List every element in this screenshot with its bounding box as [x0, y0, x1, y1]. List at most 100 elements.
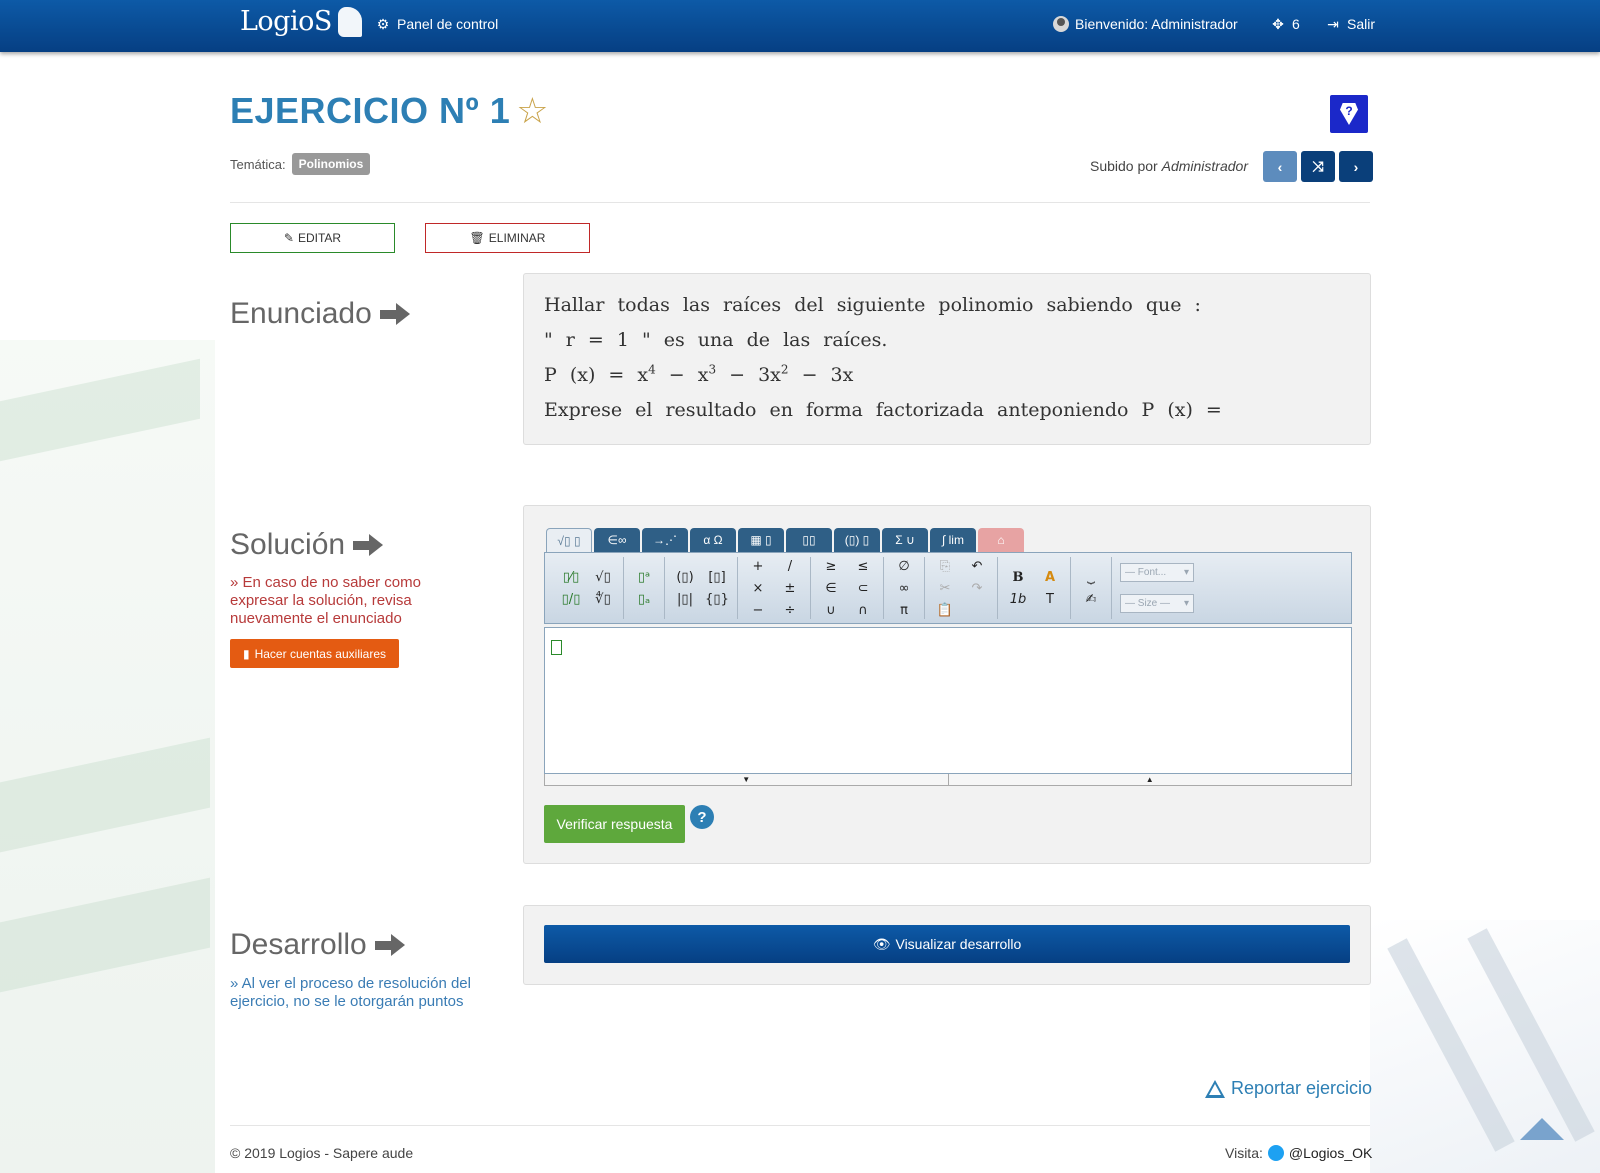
arrow-right-icon [353, 534, 385, 556]
times-icon[interactable]: × [746, 578, 770, 598]
collapse-up-icon[interactable]: ▲ [949, 774, 1352, 785]
tab-scripts[interactable]: ▯▯ [786, 528, 832, 552]
intersection-icon[interactable]: ∩ [851, 600, 875, 620]
minus-icon[interactable]: − [746, 600, 770, 620]
view-development-button[interactable]: 👁 Visualizar desarrollo [544, 925, 1350, 963]
user-icon [1053, 16, 1069, 32]
empty-set-icon[interactable]: ∅ [892, 556, 916, 576]
greater-equal-icon[interactable]: ≥ [819, 556, 843, 576]
tab-extra[interactable]: ⌂ [978, 528, 1024, 552]
square-brackets-icon[interactable]: [▯] [705, 567, 729, 587]
topic-tag[interactable]: Polinomios [291, 153, 371, 175]
sqrt-icon[interactable]: √▯ [591, 567, 615, 587]
tab-sets[interactable]: ∈∞ [594, 528, 640, 552]
text-mode-icon[interactable]: T [1038, 589, 1062, 609]
toolbar-group-edit: ⎘ ↶ ✂ ↷ 📋 [925, 557, 998, 619]
chevron-down-icon: ▾ [1183, 598, 1189, 609]
bold-icon[interactable]: B [1006, 567, 1030, 587]
prev-exercise-button[interactable]: ‹ [1263, 151, 1297, 182]
plus-minus-icon[interactable]: ± [778, 578, 802, 598]
scroll-top-icon[interactable] [1520, 1118, 1564, 1140]
element-of-icon[interactable]: ∈ [819, 578, 843, 598]
answer-input[interactable] [544, 627, 1352, 774]
background-books-left [0, 340, 215, 1173]
report-exercise-link[interactable]: Reportar ejercicio [1205, 1078, 1372, 1099]
paste-icon[interactable]: 📋 [933, 600, 957, 620]
twitter-icon [1267, 1145, 1284, 1161]
superscript-icon[interactable]: ▯ᵃ [632, 567, 656, 587]
union-icon[interactable]: ∪ [819, 600, 843, 620]
slash-icon[interactable]: / [778, 556, 802, 576]
nav-panel-label: Panel de control [397, 16, 499, 32]
enunciado-line-4: Exprese el resultado en forma factorizad… [544, 399, 1222, 421]
nav-panel-control[interactable]: ⚙ Panel de control [375, 16, 498, 32]
verify-answer-button[interactable]: Verificar respuesta [544, 805, 685, 843]
plus-icon[interactable]: + [746, 556, 770, 576]
brand-logo[interactable]: LogioS [240, 6, 362, 37]
underbrace-icon[interactable]: ⏟ [1079, 567, 1103, 587]
toolbar-group-operators: + / × ± − ÷ [738, 557, 811, 619]
enunciado-line-1: Hallar todas las raíces del siguiente po… [544, 294, 1201, 316]
brand-name: LogioS [240, 6, 332, 37]
uploaded-by-prefix: Subido por [1090, 158, 1158, 174]
absolute-value-icon[interactable]: |▯| [673, 589, 697, 609]
font-select[interactable]: — Font... ▾ [1120, 563, 1194, 582]
tab-greek[interactable]: α Ω [690, 528, 736, 552]
less-equal-icon[interactable]: ≤ [851, 556, 875, 576]
handwriting-icon[interactable]: ✍ [1079, 589, 1103, 609]
bevelled-fraction-icon[interactable]: ▯/▯ [559, 589, 583, 609]
tab-calculus[interactable]: ∫ lim [930, 528, 976, 552]
edit-button[interactable]: ✎ EDITAR [230, 223, 395, 253]
random-exercise-button[interactable]: ⤨ [1301, 151, 1335, 182]
nav-count: 6 [1292, 16, 1300, 32]
footer-copyright: © 2019 Logios - Sapere aude [230, 1145, 414, 1161]
nav-user-welcome[interactable]: Bienvenido: Administrador [1053, 16, 1238, 32]
infinity-icon[interactable]: ∞ [892, 578, 916, 598]
pi-icon[interactable]: π [892, 600, 916, 620]
nav-notifications[interactable]: ✥ 6 [1270, 16, 1300, 32]
subset-icon[interactable]: ⊂ [851, 578, 875, 598]
tab-brackets[interactable]: (▯) ▯ [834, 528, 880, 552]
italic-icon[interactable]: 1b [1006, 589, 1030, 609]
size-select[interactable]: — Size — ▾ [1120, 594, 1194, 613]
toolbar-group-font: — Font... ▾ — Size — ▾ [1112, 557, 1202, 619]
subscript-icon[interactable]: ▯ₐ [632, 589, 656, 609]
text-color-icon[interactable]: A [1038, 567, 1062, 587]
copy-icon[interactable]: ⎘ [933, 556, 957, 576]
enunciado-line-3: P (x) = x4 − x3 − 3x2 − 3x [544, 362, 854, 386]
trash-icon: 🗑 [469, 231, 485, 245]
editor-tabs: √▯ ▯ ∈∞ →⋰ α Ω ▦ ▯ ▯▯ (▯) ▯ Σ ∪ ∫ lim ⌂ [544, 528, 1352, 552]
expand-down-icon[interactable]: ▼ [545, 774, 949, 785]
background-pencils-right [1370, 920, 1600, 1173]
warning-icon [1205, 1079, 1225, 1098]
curly-brackets-icon[interactable]: {▯} [705, 589, 729, 609]
tab-sums[interactable]: Σ ∪ [882, 528, 928, 552]
undo-icon[interactable]: ↶ [965, 556, 989, 576]
enunciado-heading-text: Enunciado [230, 297, 372, 330]
help-badge[interactable]: ? [1330, 95, 1368, 133]
input-placeholder-box [551, 640, 562, 655]
enunciado-heading: Enunciado [230, 297, 412, 331]
delete-button[interactable]: 🗑 ELIMINAR [425, 223, 590, 253]
divide-icon[interactable]: ÷ [778, 600, 802, 620]
tab-matrices[interactable]: ▦ ▯ [738, 528, 784, 552]
parentheses-icon[interactable]: (▯) [673, 567, 697, 587]
redo-icon[interactable]: ↷ [965, 578, 989, 598]
toolbar-group-relations: ≥ ≤ ∈ ⊂ ∪ ∩ [811, 557, 884, 619]
editor-resize-bar[interactable]: ▼ ▲ [544, 774, 1352, 786]
next-exercise-button[interactable]: › [1339, 151, 1373, 182]
star-icon[interactable]: ☆ [516, 90, 549, 131]
twitter-handle-link[interactable]: @Logios_OK [1289, 1145, 1372, 1161]
tab-fractions-roots[interactable]: √▯ ▯ [546, 528, 592, 552]
question-circle-icon[interactable]: ? [690, 805, 714, 829]
report-label: Reportar ejercicio [1231, 1078, 1373, 1098]
view-development-label: Visualizar desarrollo [895, 936, 1022, 952]
nav-logout[interactable]: ⇥ Salir [1325, 16, 1375, 32]
fraction-icon[interactable]: ▯⁄▯ [559, 567, 583, 587]
aux-calculations-button[interactable]: ▮ Hacer cuentas auxiliares [230, 639, 399, 668]
arrow-right-icon [379, 303, 412, 325]
cut-icon[interactable]: ✂ [933, 578, 957, 598]
desarrollo-heading: Desarrollo [230, 928, 407, 962]
nth-root-icon[interactable]: ∜▯ [591, 589, 615, 609]
tab-arrows[interactable]: →⋰ [642, 528, 688, 552]
